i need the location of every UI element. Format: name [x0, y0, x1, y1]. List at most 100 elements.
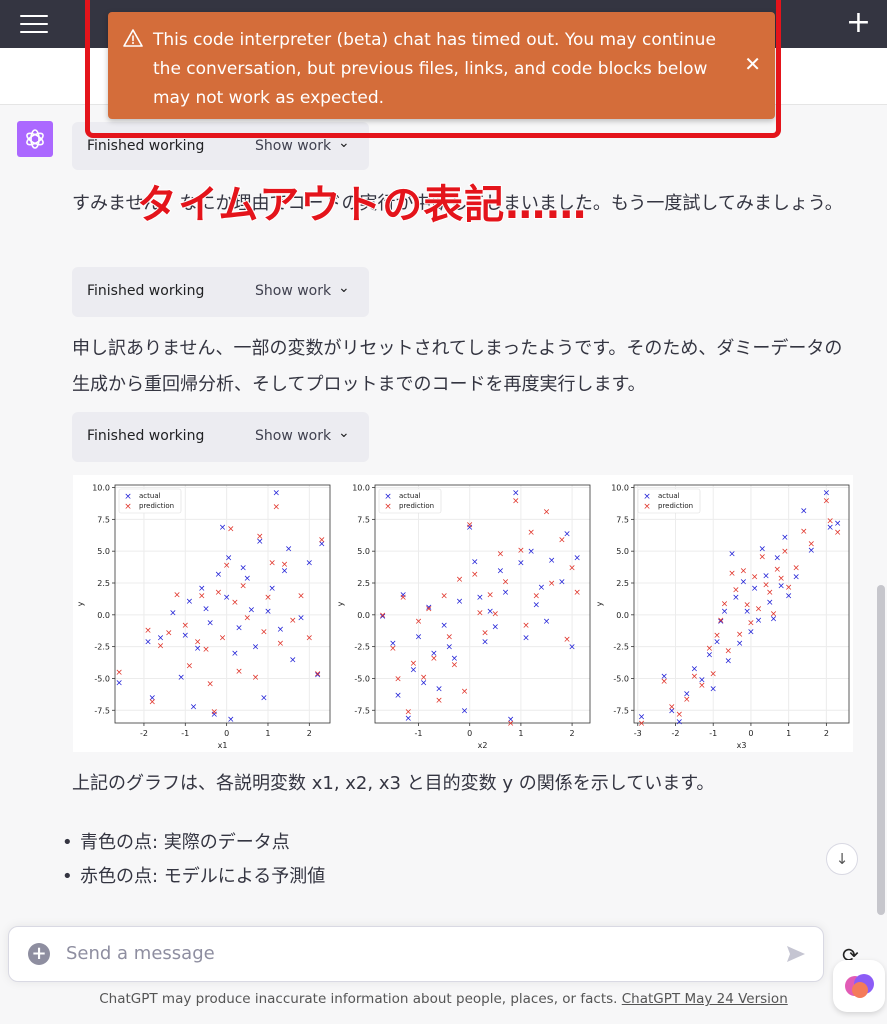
data-point-actual: × — [532, 601, 540, 611]
data-point-actual: × — [272, 489, 280, 499]
plugin-add-icon[interactable]: + — [28, 943, 50, 965]
data-point-prediction: × — [502, 578, 510, 588]
openai-logo-icon — [26, 129, 44, 149]
data-point-prediction: × — [430, 654, 438, 664]
data-point-actual: × — [747, 627, 755, 637]
data-point-actual: × — [736, 639, 744, 649]
data-point-actual: × — [492, 622, 500, 632]
data-point-actual: × — [227, 715, 235, 725]
message-input-placeholder[interactable]: Send a message — [66, 943, 215, 964]
y-tick-label: 2.5 — [357, 579, 370, 588]
data-point-prediction: × — [186, 662, 194, 672]
data-point-prediction: × — [826, 517, 834, 527]
bullet-list: 青色の点: 実際のデータ点 赤色の点: モデルによる予測値 — [62, 826, 325, 894]
scatter-plots: -2 -1 0 1 2-7.5-5.0-2.50.02.55.07.510.0x1y××… — [76, 484, 850, 750]
data-point-prediction: × — [318, 536, 326, 546]
scrollbar[interactable] — [877, 585, 885, 915]
show-work-button[interactable]: Show work — [255, 138, 331, 154]
scroll-down-button[interactable]: ↓ — [826, 843, 858, 875]
y-axis-label: y — [336, 601, 345, 606]
data-point-prediction: × — [198, 592, 206, 602]
data-point-prediction: × — [456, 575, 464, 585]
new-chat-icon[interactable]: + — [846, 8, 871, 38]
y-tick-label: -2.5 — [94, 643, 110, 652]
data-point-prediction: × — [415, 617, 423, 627]
data-point-actual: × — [517, 559, 525, 569]
data-point-actual: × — [548, 556, 556, 566]
data-point-prediction: × — [713, 631, 721, 641]
data-point-actual: × — [289, 655, 297, 665]
show-work-button[interactable]: Show work — [255, 283, 331, 299]
data-point-prediction: × — [721, 599, 729, 609]
finished-working-block[interactable]: Finished working Show work ⌄ — [72, 267, 369, 317]
data-point-actual: × — [755, 616, 763, 626]
data-point-actual: × — [543, 617, 551, 627]
data-point-prediction: × — [202, 645, 210, 655]
data-point-prediction: × — [410, 659, 418, 669]
legend-marker: × — [124, 492, 132, 502]
data-point-actual: × — [740, 578, 748, 588]
y-tick-label: 0.0 — [357, 611, 370, 620]
data-point-prediction: × — [758, 552, 766, 562]
show-work-button[interactable]: Show work — [255, 428, 331, 444]
data-point-actual: × — [260, 694, 268, 704]
data-point-prediction: × — [252, 673, 260, 683]
data-point-actual: × — [177, 673, 185, 683]
version-link[interactable]: ChatGPT May 24 Version — [622, 991, 788, 1007]
data-point-actual: × — [728, 550, 736, 560]
data-point-prediction: × — [777, 574, 785, 584]
x-axis-label: x3 — [737, 741, 747, 750]
data-point-prediction: × — [272, 503, 280, 513]
data-point-prediction: × — [165, 629, 173, 639]
data-point-actual: × — [190, 702, 198, 712]
message-input-box[interactable]: + Send a message — [8, 926, 824, 982]
work-status-label: Finished working — [87, 138, 205, 154]
x-tick-label: -1 — [709, 729, 717, 738]
data-point-actual: × — [725, 657, 733, 667]
data-point-prediction: × — [548, 579, 556, 589]
chevron-down-icon[interactable]: ⌄ — [338, 280, 350, 296]
y-tick-label: 10.0 — [352, 484, 370, 493]
y-tick-label: 7.5 — [616, 515, 629, 524]
data-point-prediction: × — [264, 593, 272, 603]
data-point-prediction: × — [223, 561, 231, 571]
data-point-prediction: × — [148, 697, 156, 707]
y-tick-label: 10.0 — [92, 484, 110, 493]
legend-label: actual — [399, 492, 421, 500]
data-point-prediction: × — [289, 616, 297, 626]
assistant-message-2: 申し訳ありません、一部の変数がリセットされてしまったようです。そのため、ダミーデ… — [72, 338, 843, 395]
data-point-prediction: × — [834, 528, 842, 538]
send-icon[interactable] — [785, 943, 807, 965]
data-point-actual: × — [186, 597, 194, 607]
legend-label: prediction — [399, 502, 434, 510]
y-tick-label: 7.5 — [357, 515, 370, 524]
x-tick-label: -1 — [415, 729, 423, 738]
data-point-actual: × — [440, 621, 448, 631]
data-point-prediction: × — [235, 667, 243, 677]
data-point-prediction: × — [507, 719, 515, 729]
chevron-down-icon[interactable]: ⌄ — [338, 425, 350, 441]
x-tick-label: 0 — [224, 729, 229, 738]
legend-marker: × — [643, 492, 651, 502]
data-point-actual: × — [231, 649, 239, 659]
data-point-actual: × — [502, 588, 510, 598]
data-point-prediction: × — [115, 668, 123, 678]
highlight-frame — [85, 0, 781, 138]
data-point-prediction: × — [394, 674, 402, 684]
y-tick-label: -5.0 — [613, 674, 629, 683]
data-point-prediction: × — [747, 618, 755, 628]
y-tick-label: -2.5 — [354, 643, 370, 652]
data-point-actual: × — [573, 554, 581, 564]
scatter-plots-image: -2 -1 0 1 2 -7.5 -5.0 -2.5 0.0 2.5 5.0 7.5 10.0 x1 y × ×… — [73, 475, 853, 752]
x-tick-label: 0 — [748, 729, 753, 738]
data-point-prediction: × — [420, 673, 428, 683]
data-point-prediction: × — [481, 629, 489, 639]
legend-marker: × — [384, 492, 392, 502]
data-point-actual: × — [306, 559, 314, 569]
data-point-actual: × — [223, 593, 231, 603]
menu-icon[interactable] — [20, 12, 48, 36]
data-point-prediction: × — [244, 613, 252, 623]
plot-frame — [633, 484, 850, 724]
finished-working-block[interactable]: Finished working Show work ⌄ — [72, 412, 369, 462]
data-point-actual: × — [115, 678, 123, 688]
